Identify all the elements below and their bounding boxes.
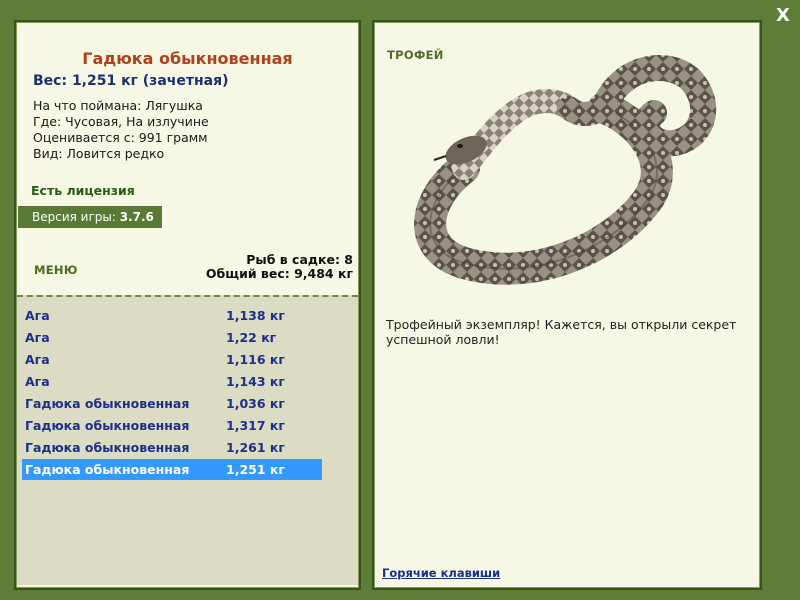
menu-button[interactable]: МЕНЮ bbox=[34, 263, 78, 277]
catch-row-name: Гадюка обыкновенная bbox=[25, 418, 190, 433]
catch-row-name: Гадюка обыкновенная bbox=[25, 440, 190, 455]
catch-row-weight: 1,143 кг bbox=[226, 374, 285, 389]
trophy-message: Трофейный экземпляр! Кажется, вы открыли… bbox=[386, 317, 737, 347]
catch-row-name: Ага bbox=[25, 330, 50, 345]
hotkeys-link[interactable]: Горячие клавиши bbox=[382, 566, 500, 580]
game-version-bar: Версия игры: 3.7.6 bbox=[18, 206, 162, 228]
bait-info: На что поймана: Лягушка bbox=[33, 98, 203, 113]
catch-row[interactable]: Ага 1,143 кг bbox=[22, 371, 322, 392]
license-status: Есть лицензия bbox=[31, 183, 135, 198]
catch-row[interactable]: Гадюка обыкновенная 1,251 кг bbox=[22, 459, 322, 480]
catch-row[interactable]: Гадюка обыкновенная 1,036 кг bbox=[22, 393, 322, 414]
catch-row-name: Гадюка обыкновенная bbox=[25, 462, 190, 477]
catch-row-weight: 1,261 кг bbox=[226, 440, 285, 455]
species-rarity-info: Вид: Ловится редко bbox=[33, 146, 165, 161]
catch-row-weight: 1,251 кг bbox=[226, 462, 285, 477]
rated-from-info: Оценивается с: 991 грамм bbox=[33, 130, 208, 145]
snake-icon bbox=[404, 48, 734, 298]
catch-row[interactable]: Ага 1,138 кг bbox=[22, 305, 322, 326]
catch-row-name: Гадюка обыкновенная bbox=[25, 396, 190, 411]
catch-row-name: Ага bbox=[25, 308, 50, 323]
total-weight: Общий вес: 9,484 кг bbox=[205, 266, 353, 281]
catch-list: Ага 1,138 кг Ага 1,22 кг Ага 1,116 кг Ага 1,143… bbox=[17, 295, 358, 585]
catch-row-name: Ага bbox=[25, 374, 50, 389]
fish-count: Рыб в садке: 8 bbox=[246, 252, 353, 267]
location-info: Где: Чусовая, На излучине bbox=[33, 114, 209, 129]
catch-row[interactable]: Гадюка обыкновенная 1,261 кг bbox=[22, 437, 322, 458]
catch-details-panel: Гадюка обыкновенная Вес: 1,251 кг (зачет… bbox=[14, 20, 361, 590]
catch-row-name: Ага bbox=[25, 352, 50, 367]
catch-row-weight: 1,036 кг bbox=[226, 396, 285, 411]
catch-title: Гадюка обыкновенная bbox=[82, 49, 293, 68]
keepnet-stats: Рыб в садке: 8 Общий вес: 9,484 кг bbox=[206, 253, 353, 281]
catch-row[interactable]: Гадюка обыкновенная 1,317 кг bbox=[22, 415, 322, 436]
trophy-panel: ТРОФЕЙ Трофейный экземпляр! Кажется, вы … bbox=[372, 20, 762, 590]
version-value: 3.7.6 bbox=[119, 210, 154, 224]
catch-row-weight: 1,138 кг bbox=[226, 308, 285, 323]
catch-row-weight: 1,116 кг bbox=[226, 352, 285, 367]
catch-row-weight: 1,317 кг bbox=[226, 418, 285, 433]
catch-row[interactable]: Ага 1,22 кг bbox=[22, 327, 322, 348]
catch-row[interactable]: Ага 1,116 кг bbox=[22, 349, 322, 370]
catch-row-weight: 1,22 кг bbox=[226, 330, 277, 345]
catch-weight-line: Вес: 1,251 кг (зачетная) bbox=[33, 73, 229, 89]
close-button[interactable]: X bbox=[772, 5, 794, 27]
version-label: Версия игры: bbox=[32, 210, 120, 224]
